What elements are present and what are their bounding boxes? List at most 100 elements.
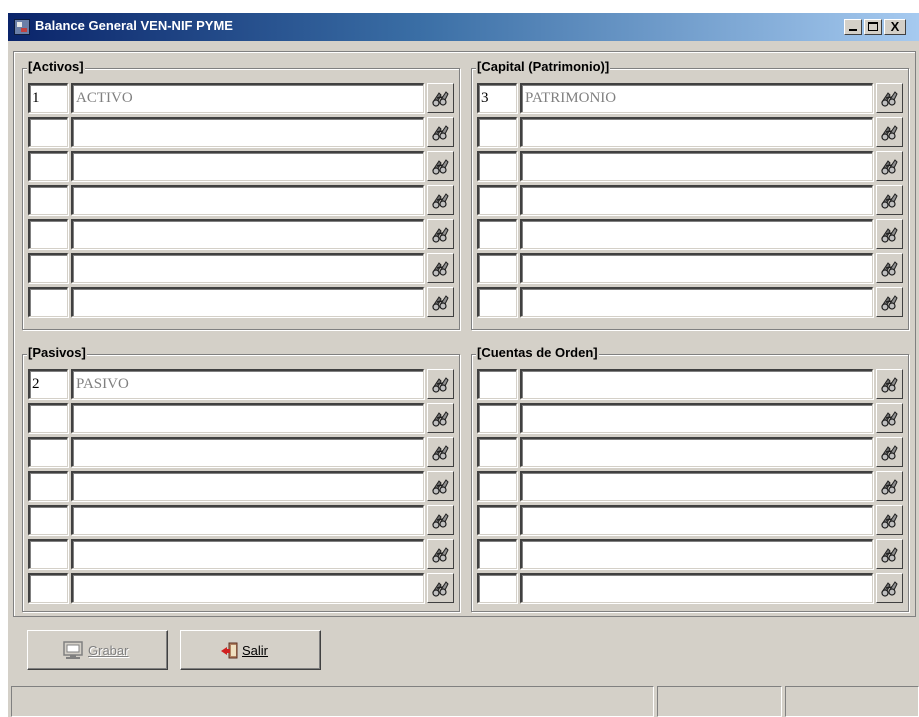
account-search-button[interactable] <box>427 471 454 501</box>
account-search-button[interactable] <box>427 437 454 467</box>
grabar-button[interactable]: Grabar <box>27 630 168 670</box>
maximize-button[interactable] <box>864 19 882 35</box>
account-search-button[interactable] <box>876 185 903 215</box>
account-description-field[interactable] <box>520 437 873 467</box>
account-code-field[interactable] <box>28 287 68 317</box>
account-description-field[interactable] <box>520 117 873 147</box>
account-code-field[interactable] <box>477 369 517 399</box>
account-description-field[interactable] <box>71 505 424 535</box>
account-search-button[interactable] <box>427 573 454 603</box>
account-code-field[interactable] <box>28 185 68 215</box>
account-description-field[interactable] <box>71 219 424 249</box>
account-search-button[interactable] <box>427 219 454 249</box>
account-code-field[interactable] <box>28 573 68 603</box>
account-description-field[interactable] <box>71 403 424 433</box>
account-description-field[interactable] <box>71 539 424 569</box>
account-code-field[interactable] <box>28 151 68 181</box>
title-bar[interactable]: Balance General VEN-NIF PYME X <box>8 13 919 41</box>
account-code-field[interactable] <box>477 287 517 317</box>
minimize-button[interactable] <box>844 19 862 35</box>
account-code-field[interactable] <box>477 117 517 147</box>
account-description-field[interactable] <box>520 471 873 501</box>
account-search-button[interactable] <box>876 573 903 603</box>
group-pasivos: [Pasivos] 2 PASIVO <box>22 345 460 612</box>
account-description-field[interactable] <box>71 253 424 283</box>
account-description-field[interactable] <box>520 403 873 433</box>
account-code-field[interactable] <box>28 539 68 569</box>
account-search-button[interactable] <box>427 117 454 147</box>
account-search-button[interactable] <box>427 151 454 181</box>
account-search-button[interactable] <box>876 471 903 501</box>
account-description-field[interactable] <box>520 185 873 215</box>
account-code-field[interactable] <box>28 505 68 535</box>
account-code-field[interactable] <box>28 117 68 147</box>
account-search-button[interactable] <box>876 403 903 433</box>
account-code-field[interactable] <box>28 437 68 467</box>
account-code-field[interactable] <box>28 219 68 249</box>
grabar-label: Grabar <box>88 643 129 658</box>
account-description-field[interactable] <box>71 287 424 317</box>
close-button[interactable]: X <box>884 19 906 35</box>
group-title-cuentas-orden: [Cuentas de Orden] <box>476 345 599 360</box>
status-panel-2 <box>657 686 782 717</box>
search-icon <box>881 193 898 209</box>
account-search-button[interactable] <box>427 539 454 569</box>
account-description-field[interactable]: PASIVO <box>71 369 424 399</box>
account-description-field[interactable] <box>520 573 873 603</box>
salir-button[interactable]: Salir <box>180 630 321 670</box>
app-icon[interactable] <box>14 19 30 35</box>
account-search-button[interactable] <box>427 369 454 399</box>
account-code-field[interactable] <box>477 185 517 215</box>
account-code-field[interactable] <box>477 471 517 501</box>
account-description-field[interactable] <box>520 287 873 317</box>
account-description-field[interactable] <box>520 253 873 283</box>
account-description-field[interactable] <box>71 471 424 501</box>
account-code-field[interactable] <box>477 253 517 283</box>
account-code-field[interactable] <box>477 219 517 249</box>
account-search-button[interactable] <box>427 403 454 433</box>
account-description-field[interactable] <box>71 437 424 467</box>
account-description-field[interactable] <box>71 151 424 181</box>
account-search-button[interactable] <box>876 437 903 467</box>
account-search-button[interactable] <box>876 117 903 147</box>
account-code-field[interactable] <box>28 253 68 283</box>
account-code-field[interactable] <box>477 573 517 603</box>
account-search-button[interactable] <box>876 83 903 113</box>
account-search-button[interactable] <box>876 505 903 535</box>
account-description-field[interactable] <box>520 505 873 535</box>
account-search-button[interactable] <box>876 287 903 317</box>
account-description-field[interactable] <box>71 573 424 603</box>
account-description-field[interactable] <box>520 539 873 569</box>
account-search-button[interactable] <box>427 505 454 535</box>
account-search-button[interactable] <box>876 219 903 249</box>
account-code-field[interactable] <box>477 505 517 535</box>
account-search-button[interactable] <box>427 185 454 215</box>
account-search-button[interactable] <box>876 253 903 283</box>
account-search-button[interactable] <box>876 539 903 569</box>
search-icon <box>881 411 898 427</box>
account-description-field[interactable] <box>71 185 424 215</box>
account-code-field[interactable] <box>477 539 517 569</box>
account-code-field[interactable] <box>477 437 517 467</box>
account-search-button[interactable] <box>876 151 903 181</box>
account-description-field[interactable] <box>71 117 424 147</box>
account-code-field[interactable]: 1 <box>28 83 68 113</box>
account-code-field[interactable] <box>28 471 68 501</box>
exit-door-icon <box>221 642 238 659</box>
account-description-field[interactable] <box>520 369 873 399</box>
group-title-capital: [Capital (Patrimonio)] <box>476 59 611 74</box>
account-code-field[interactable]: 2 <box>28 369 68 399</box>
account-description-field[interactable] <box>520 151 873 181</box>
account-description-field[interactable]: ACTIVO <box>71 83 424 113</box>
account-code-field[interactable] <box>477 403 517 433</box>
account-code-field[interactable] <box>477 151 517 181</box>
search-icon <box>432 581 449 597</box>
account-code-field[interactable] <box>28 403 68 433</box>
account-code-field[interactable]: 3 <box>477 83 517 113</box>
account-description-field[interactable] <box>520 219 873 249</box>
account-description-field[interactable]: PATRIMONIO <box>520 83 873 113</box>
account-search-button[interactable] <box>427 253 454 283</box>
account-search-button[interactable] <box>876 369 903 399</box>
account-search-button[interactable] <box>427 287 454 317</box>
account-search-button[interactable] <box>427 83 454 113</box>
